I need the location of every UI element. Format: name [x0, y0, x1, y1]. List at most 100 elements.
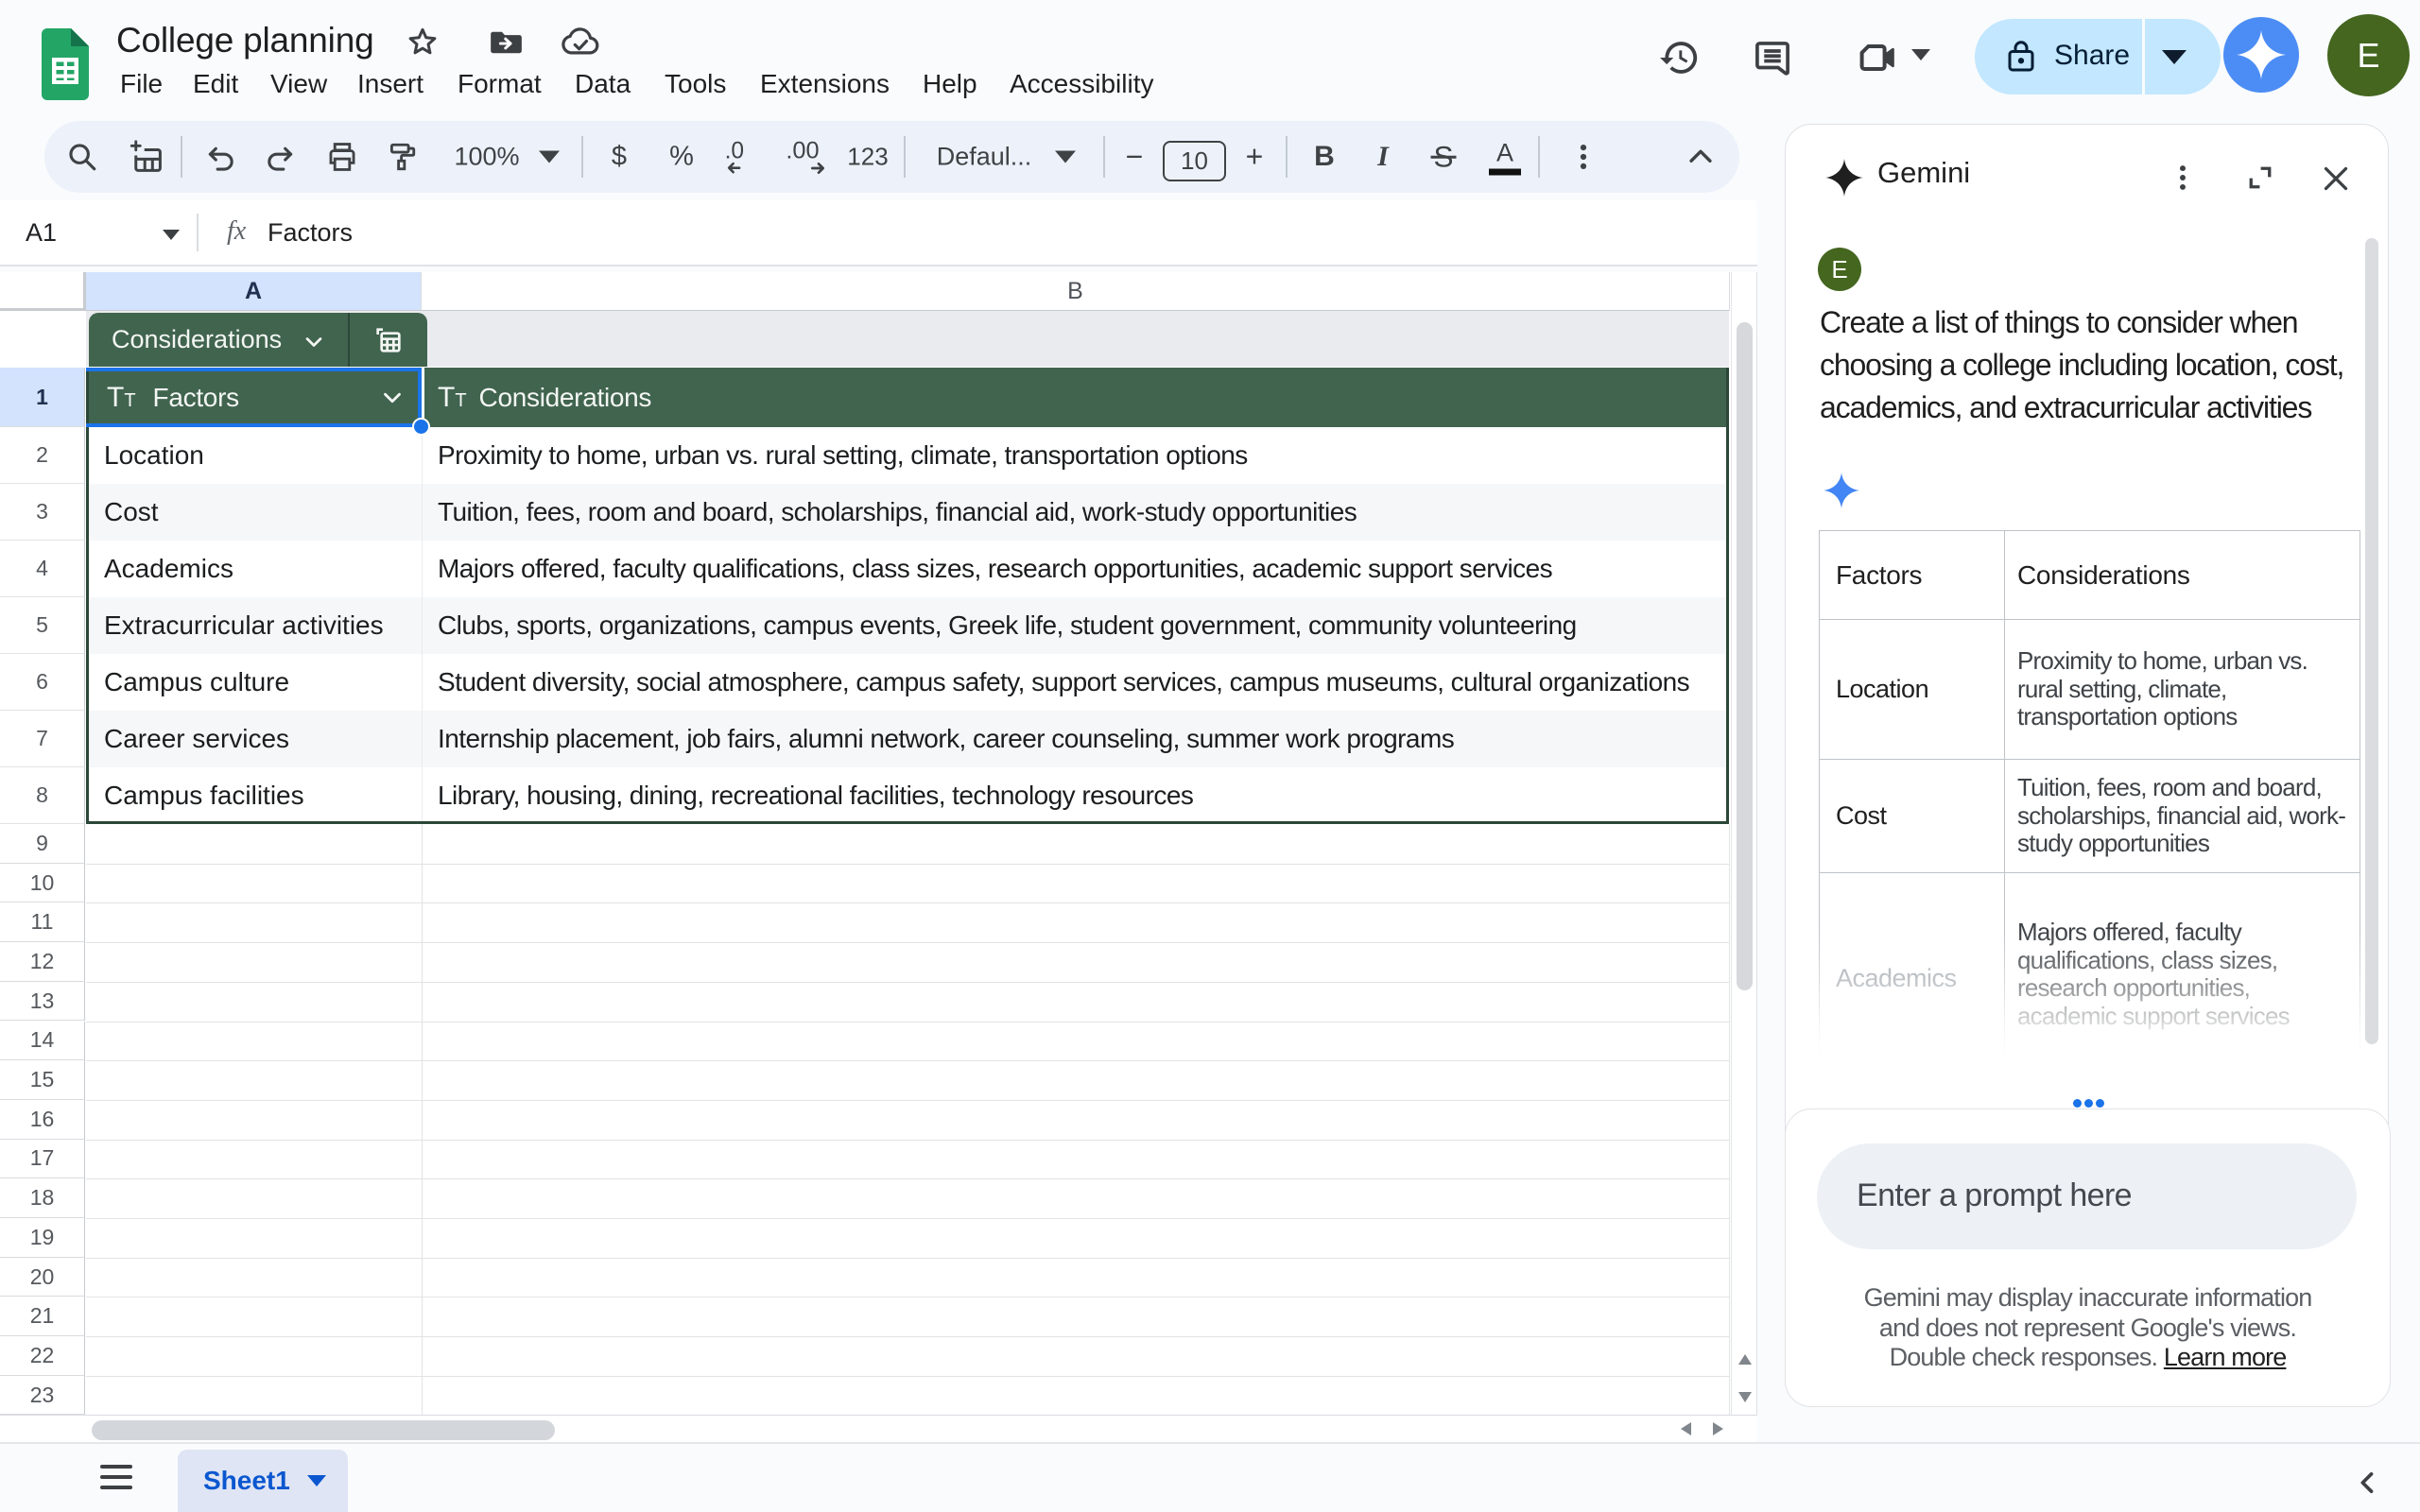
gemini-more-button[interactable]: [2164, 159, 2202, 197]
account-avatar[interactable]: E: [2327, 14, 2410, 96]
increase-decimal-button[interactable]: .00: [785, 138, 830, 176]
row-header-8[interactable]: 8: [0, 767, 85, 824]
menu-file[interactable]: File: [120, 66, 163, 102]
row-header-22[interactable]: 22: [0, 1336, 85, 1376]
scroll-left-arrow[interactable]: [1681, 1422, 1691, 1435]
scroll-down-arrow[interactable]: [1738, 1392, 1752, 1402]
cell-b1[interactable]: TTConsiderations: [424, 368, 1726, 427]
row-header-19[interactable]: 19: [0, 1218, 85, 1258]
collapse-toolbar-button[interactable]: [1685, 141, 1717, 173]
table-options-chip[interactable]: [348, 313, 427, 367]
format-percent-button[interactable]: %: [669, 142, 694, 173]
name-box-caret[interactable]: [163, 230, 180, 240]
row-header-1[interactable]: 1: [0, 368, 85, 427]
learn-more-link[interactable]: Learn more: [2164, 1343, 2287, 1371]
cell-a4[interactable]: Academics: [104, 541, 233, 597]
column-header-a[interactable]: A: [86, 272, 422, 311]
cell-b8[interactable]: Library, housing, dining, recreational f…: [438, 767, 1193, 824]
increase-font-size-button[interactable]: +: [1246, 140, 1264, 175]
format-currency-button[interactable]: $: [612, 142, 627, 173]
row-header-7[interactable]: 7: [0, 711, 85, 767]
cell-b3[interactable]: Tuition, fees, room and board, scholarsh…: [438, 484, 1357, 541]
menu-data[interactable]: Data: [575, 66, 631, 102]
bold-button[interactable]: B: [1314, 141, 1335, 173]
collapse-side-panel-button[interactable]: [2352, 1467, 2384, 1499]
font-size-input[interactable]: 10: [1163, 141, 1226, 181]
plain-format-button[interactable]: 123: [847, 143, 888, 172]
cell-a6[interactable]: Campus culture: [104, 654, 289, 711]
row-header-17[interactable]: 17: [0, 1140, 85, 1179]
decrease-font-size-button[interactable]: −: [1126, 140, 1144, 175]
call-options-caret[interactable]: [1911, 49, 1930, 60]
scroll-up-arrow[interactable]: [1738, 1354, 1752, 1365]
gemini-panel-scrollbar[interactable]: [2365, 238, 2378, 1044]
row-header-11[interactable]: 11: [0, 902, 85, 942]
row-header-3[interactable]: 3: [0, 484, 85, 541]
version-history-button[interactable]: [1656, 35, 1702, 80]
zoom-caret[interactable]: [539, 151, 560, 163]
cell-a3[interactable]: Cost: [104, 484, 159, 541]
vertical-scrollbar[interactable]: [1731, 272, 1757, 1415]
zoom-control[interactable]: 100%: [454, 143, 519, 172]
print-button[interactable]: [326, 141, 358, 173]
horizontal-scrollbar-thumb[interactable]: [92, 1420, 555, 1440]
row-header-15[interactable]: 15: [0, 1060, 85, 1100]
search-button[interactable]: [66, 141, 98, 173]
decrease-decimal-button[interactable]: .0: [722, 138, 764, 176]
cell-b2[interactable]: Proximity to home, urban vs. rural setti…: [438, 427, 1248, 484]
text-color-button[interactable]: A: [1489, 139, 1521, 176]
row-header-21[interactable]: 21: [0, 1297, 85, 1336]
font-style-caret[interactable]: [1055, 151, 1076, 163]
paint-format-button[interactable]: [386, 141, 418, 173]
cell-b6[interactable]: Student diversity, social atmosphere, ca…: [438, 654, 1689, 711]
row-header-20[interactable]: 20: [0, 1258, 85, 1297]
row-header-13[interactable]: 13: [0, 982, 85, 1022]
menu-help[interactable]: Help: [923, 66, 977, 102]
join-call-button[interactable]: [1855, 35, 1900, 80]
row-header-4[interactable]: 4: [0, 541, 85, 597]
cloud-status-button[interactable]: [560, 23, 601, 59]
gemini-expand-button[interactable]: [2241, 159, 2279, 197]
horizontal-scrollbar[interactable]: [0, 1415, 1757, 1442]
formula-input[interactable]: Factors: [268, 200, 353, 265]
vertical-scrollbar-thumb[interactable]: [1737, 322, 1753, 990]
gemini-button[interactable]: [2223, 17, 2299, 93]
select-all-corner[interactable]: [0, 272, 86, 311]
menu-view[interactable]: View: [270, 66, 327, 102]
column-header-b[interactable]: B: [422, 272, 1730, 311]
menu-edit[interactable]: Edit: [193, 66, 238, 102]
row-header-12[interactable]: 12: [0, 942, 85, 982]
sheets-logo-icon[interactable]: [42, 28, 89, 100]
menu-tools[interactable]: Tools: [665, 66, 726, 102]
all-sheets-button[interactable]: [100, 1465, 132, 1489]
fill-handle[interactable]: [412, 418, 430, 436]
cell-b5[interactable]: Clubs, sports, organizations, campus eve…: [438, 597, 1577, 654]
row-header-5[interactable]: 5: [0, 597, 85, 654]
menu-insert[interactable]: Insert: [357, 66, 424, 102]
cell-a1[interactable]: TTFactors: [89, 368, 422, 427]
document-title[interactable]: College planning: [116, 20, 373, 61]
cell-a8[interactable]: Campus facilities: [104, 767, 304, 824]
row-header-6[interactable]: 6: [0, 654, 85, 711]
cell-a7[interactable]: Career services: [104, 711, 289, 767]
redo-button[interactable]: [265, 141, 297, 173]
insert-table-button[interactable]: [130, 140, 164, 174]
menu-format[interactable]: Format: [458, 66, 542, 102]
cell-a2[interactable]: Location: [104, 427, 204, 484]
comments-button[interactable]: [1750, 35, 1795, 80]
menu-accessibility[interactable]: Accessibility: [1010, 66, 1153, 102]
row-header-9[interactable]: 9: [0, 824, 85, 864]
chevron-down-icon[interactable]: [378, 384, 406, 412]
cell-a5[interactable]: Extracurricular activities: [104, 597, 384, 654]
row-header-2[interactable]: 2: [0, 427, 85, 484]
italic-button[interactable]: I: [1377, 141, 1389, 173]
table-name-chip[interactable]: Considerations: [89, 313, 348, 367]
share-button[interactable]: Share: [1975, 19, 2221, 94]
row-header-14[interactable]: 14: [0, 1022, 85, 1061]
more-toolbar-button[interactable]: [1567, 141, 1599, 173]
share-options-caret[interactable]: [2162, 50, 2187, 64]
scroll-right-arrow[interactable]: [1713, 1422, 1723, 1435]
sheet-tab[interactable]: Sheet1: [178, 1450, 348, 1512]
name-box[interactable]: A1: [26, 200, 57, 265]
font-style-select[interactable]: Defaul...: [937, 143, 1032, 172]
